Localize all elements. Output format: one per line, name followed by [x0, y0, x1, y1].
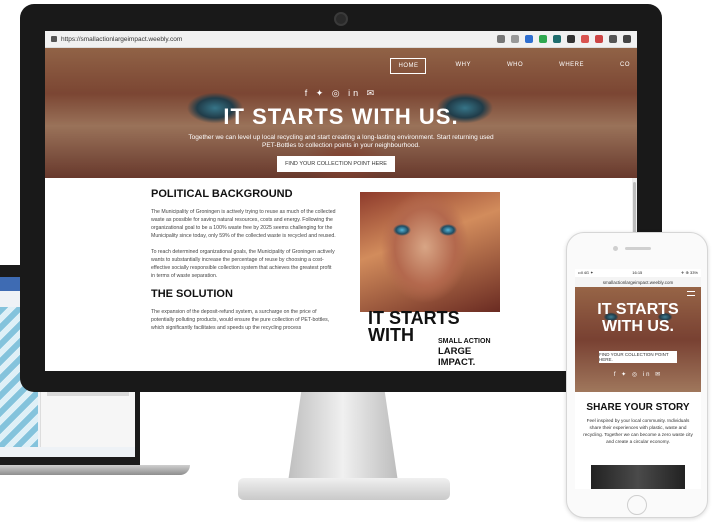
extension-badge-icon[interactable]: [567, 35, 575, 43]
browser-address-bar[interactable]: https://smallactionlargeimpact.weebly.co…: [45, 31, 637, 48]
shield-icon[interactable]: [539, 35, 547, 43]
pocket-icon[interactable]: [595, 35, 603, 43]
clock: 16:15: [632, 270, 643, 275]
text-column: POLITICAL BACKGROUND The Municipality of…: [151, 188, 336, 340]
smartphone-device: ••ll 4G ✦ 16:15 ✈ ⊕ 33% smallactionlarge…: [566, 232, 708, 518]
monitor-foot: [238, 478, 450, 500]
site-nav: HOME WHY WHO WHERE CO: [390, 58, 637, 74]
phone-status-bar: ••ll 4G ✦ 16:15 ✈ ⊕ 33%: [575, 269, 701, 277]
hero-section: HOME WHY WHO WHERE CO f ✦ ◎ in ✉ IT STAR…: [45, 48, 637, 178]
share-story-heading: SHARE YOUR STORY: [586, 402, 690, 413]
webcam-icon: [334, 12, 348, 26]
phone-story-image: [591, 465, 685, 489]
social-icons[interactable]: f ✦ ◎ in ✉: [45, 88, 637, 99]
menu-icon[interactable]: [623, 35, 631, 43]
political-paragraph-1: The Municipality of Groningen is activel…: [151, 209, 336, 239]
poster-image: IT STARTS WITH SMALL ACTION LARGE IMPACT…: [360, 192, 500, 371]
nav-who[interactable]: WHO: [500, 58, 530, 74]
hamburger-menu-icon[interactable]: [687, 291, 695, 296]
phone-hero-title: IT STARTS WITH US.: [597, 301, 679, 335]
political-paragraph-2: To reach determined organizational goals…: [151, 249, 335, 279]
home-button[interactable]: [627, 495, 647, 515]
reader-icon[interactable]: [497, 35, 505, 43]
phone-find-collection-point-button[interactable]: FIND YOUR COLLECTION POINT HERE.: [599, 351, 677, 363]
monitor-stand: [288, 392, 398, 482]
desktop-screen: https://smallactionlargeimpact.weebly.co…: [45, 31, 637, 371]
political-heading: POLITICAL BACKGROUND: [151, 188, 293, 200]
extension-n-icon[interactable]: [553, 35, 561, 43]
solution-heading: THE SOLUTION: [151, 288, 233, 300]
poster-tagline-2: LARGE IMPACT.: [438, 346, 476, 368]
phone-hero: IT STARTS WITH US. FIND YOUR COLLECTION …: [575, 287, 701, 392]
battery-status: ✈ ⊕ 33%: [681, 270, 698, 275]
extension-red-icon[interactable]: [581, 35, 589, 43]
globe-icon[interactable]: [609, 35, 617, 43]
content-section: POLITICAL BACKGROUND The Municipality of…: [45, 178, 637, 371]
share-story-text: Feel inspired by your local community. I…: [583, 418, 693, 444]
solution-paragraph: The expansion of the deposit-refund syst…: [151, 309, 330, 331]
url-text[interactable]: https://smallactionlargeimpact.weebly.co…: [61, 36, 497, 43]
hero-subtitle: Together we can level up local recycling…: [188, 134, 494, 149]
speaker-grille: [625, 247, 651, 250]
nav-contact[interactable]: CO: [613, 58, 637, 74]
phone-social-icons[interactable]: f ✦ ◎ in ✉: [575, 371, 701, 378]
poster-tagline-1: SMALL ACTION: [438, 338, 491, 345]
signal-status: ••ll 4G ✦: [578, 270, 594, 275]
portrait-painting: [360, 192, 500, 312]
phone-url[interactable]: smallactionlargeimpact.weebly.com: [603, 280, 673, 285]
find-collection-point-button[interactable]: FIND YOUR COLLECTION POINT HERE: [277, 156, 395, 172]
browser-toolbar: [497, 35, 631, 43]
star-icon[interactable]: [525, 35, 533, 43]
hero-title: IT STARTS WITH US.: [223, 104, 459, 129]
laptop-base: [0, 465, 190, 475]
nav-why[interactable]: WHY: [448, 58, 478, 74]
lock-icon: [51, 36, 57, 42]
phone-address-bar[interactable]: smallactionlargeimpact.weebly.com: [575, 277, 701, 287]
nav-where[interactable]: WHERE: [552, 58, 591, 74]
search-icon[interactable]: [511, 35, 519, 43]
front-camera-icon: [613, 246, 618, 251]
nav-home[interactable]: HOME: [390, 58, 427, 74]
phone-screen: ••ll 4G ✦ 16:15 ✈ ⊕ 33% smallactionlarge…: [575, 269, 701, 489]
